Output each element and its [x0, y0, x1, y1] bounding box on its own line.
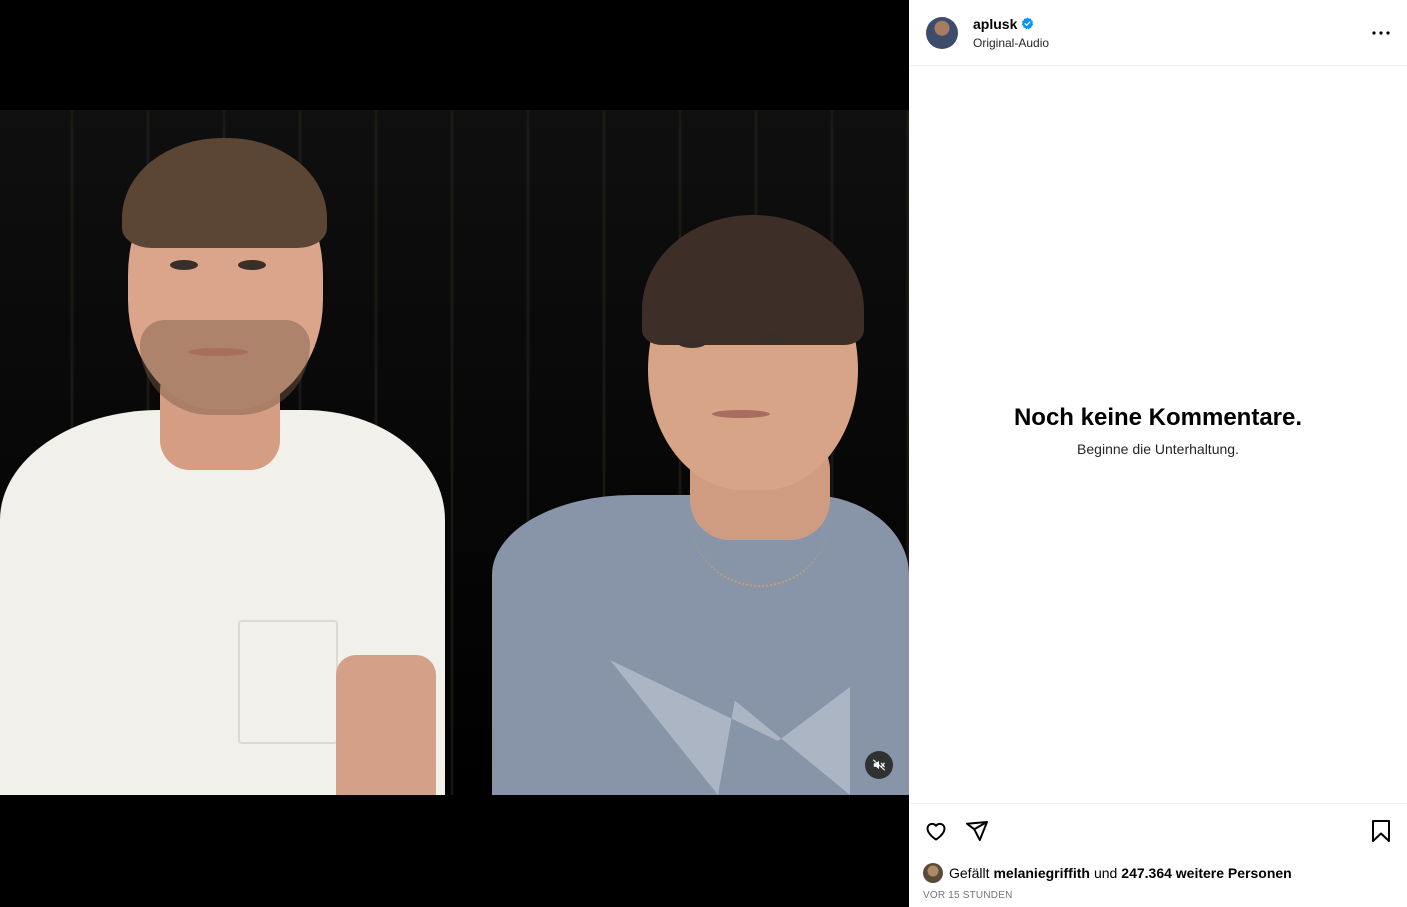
- likes-connector: und: [1093, 865, 1118, 881]
- like-button[interactable]: [923, 818, 949, 844]
- mute-toggle-button[interactable]: [865, 751, 893, 779]
- muted-speaker-icon: [872, 759, 886, 771]
- shirt-pocket: [238, 620, 338, 744]
- post-footer: Gefällt melaniegriffith und 247.364 weit…: [909, 803, 1407, 907]
- person-left-eye: [238, 260, 266, 270]
- share-button[interactable]: [964, 818, 990, 844]
- send-icon: [966, 821, 988, 841]
- person-right-eye: [758, 334, 786, 344]
- author-info: aplusk Original-Audio: [973, 15, 1369, 51]
- post-sidebar: aplusk Original-Audio Noch keine Komment…: [909, 0, 1407, 907]
- author-row: aplusk: [973, 15, 1369, 33]
- post-header: aplusk Original-Audio: [909, 0, 1407, 66]
- save-button[interactable]: [1368, 818, 1394, 844]
- video-player[interactable]: [0, 0, 909, 907]
- likes-prefix: Gefällt: [949, 865, 990, 881]
- author-username[interactable]: aplusk: [973, 15, 1017, 33]
- comments-section: Noch keine Kommentare. Beginne die Unter…: [909, 66, 1407, 803]
- empty-comments-title: Noch keine Kommentare.: [1013, 404, 1303, 431]
- audio-link[interactable]: Original-Audio: [973, 35, 1369, 51]
- person-right-eye: [678, 338, 706, 348]
- likes-count[interactable]: 247.364 weitere Personen: [1121, 865, 1291, 881]
- author-avatar[interactable]: [926, 16, 958, 49]
- empty-comments-subtitle: Beginne die Unterhaltung.: [1077, 441, 1239, 457]
- post-timestamp[interactable]: VOR 15 STUNDEN: [923, 890, 1394, 901]
- person-right-mouth: [712, 410, 770, 418]
- video-frame[interactable]: [0, 110, 909, 795]
- liker-username[interactable]: melaniegriffith: [993, 865, 1089, 881]
- likes-summary: Gefällt melaniegriffith und 247.364 weit…: [923, 863, 1394, 883]
- action-bar: [923, 818, 1394, 844]
- heart-icon: [926, 822, 946, 841]
- person-left-mouth: [188, 348, 248, 356]
- post-viewer: aplusk Original-Audio Noch keine Komment…: [0, 0, 1407, 907]
- liker-avatar[interactable]: [923, 863, 943, 883]
- person-left-eye: [170, 260, 198, 270]
- more-options-button[interactable]: [1369, 21, 1393, 45]
- more-options-icon: [1372, 30, 1390, 35]
- verified-badge-icon: [1022, 17, 1034, 30]
- person-left-arm: [336, 655, 436, 795]
- bookmark-icon: [1372, 820, 1390, 842]
